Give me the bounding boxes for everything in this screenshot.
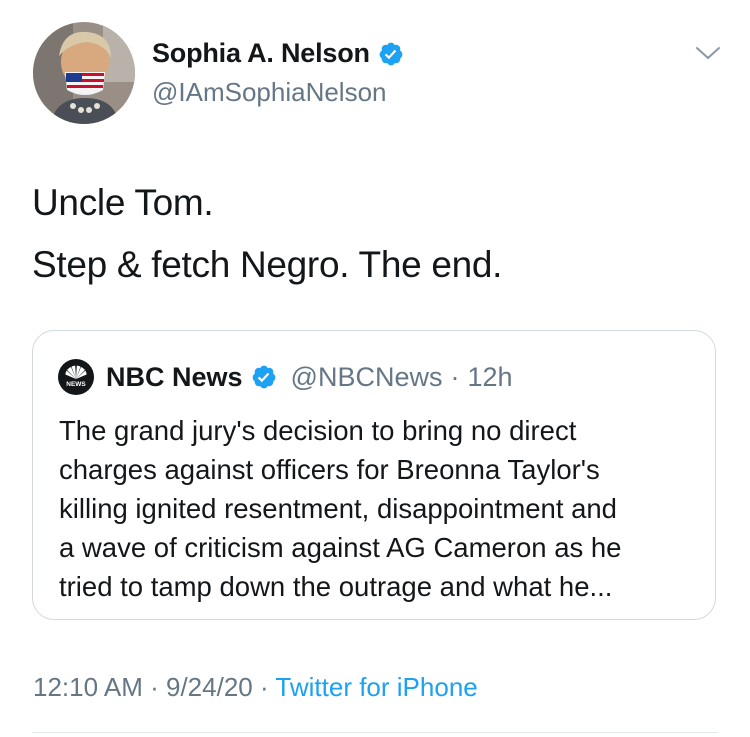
tweet-text-line: Step & fetch Negro. The end. [32, 244, 503, 285]
author-handle[interactable]: @IAmSophiaNelson [152, 77, 387, 108]
tweet-source-link[interactable]: Twitter for iPhone [275, 672, 477, 702]
avatar-image [33, 22, 135, 124]
chevron-down-icon[interactable] [694, 44, 722, 62]
tweet-text: Uncle Tom. Step & fetch Negro. The end. [32, 172, 502, 296]
quoted-text-line: killing ignited resentment, disappointme… [59, 493, 617, 524]
tweet-text-line: Uncle Tom. [32, 182, 214, 223]
quoted-tweet-header: NEWS NBC News @NBCNews · 12h [58, 359, 513, 395]
quoted-text-line: charges against officers for Breonna Tay… [59, 454, 600, 485]
quoted-separator: · [450, 361, 460, 392]
avatar[interactable] [33, 22, 135, 124]
quoted-display-name: NBC News [106, 361, 243, 392]
verified-badge-icon [252, 365, 275, 389]
nbc-logo-text: NEWS [66, 381, 86, 388]
quoted-text-line: The grand jury's decision to bring no di… [59, 415, 577, 446]
nbc-peacock-logo: NEWS [58, 359, 94, 395]
author-name-row[interactable]: Sophia A. Nelson [152, 38, 404, 69]
quoted-timestamp: 12h [467, 361, 513, 392]
tweet: Sophia A. Nelson @IAmSophiaNelson Uncle … [0, 0, 750, 737]
quoted-tweet-text: The grand jury's decision to bring no di… [59, 411, 709, 606]
quoted-tweet-card[interactable]: NEWS NBC News @NBCNews · 12h The grand j… [32, 330, 716, 620]
meta-separator: · [259, 672, 269, 702]
tweet-meta: 12:10 AM · 9/24/20 · Twitter for iPhone [33, 672, 478, 703]
tweet-date[interactable]: 9/24/20 [166, 672, 253, 702]
quoted-text-line: a wave of criticism against AG Cameron a… [59, 532, 622, 563]
quoted-handle: @NBCNews [290, 361, 443, 392]
verified-badge-icon [379, 42, 403, 65]
tweet-time[interactable]: 12:10 AM [33, 672, 143, 702]
meta-separator: · [150, 672, 159, 702]
author-display-name[interactable]: Sophia A. Nelson [152, 38, 370, 69]
divider [32, 732, 718, 733]
quoted-text-line: tried to tamp down the outrage and what … [59, 571, 613, 602]
